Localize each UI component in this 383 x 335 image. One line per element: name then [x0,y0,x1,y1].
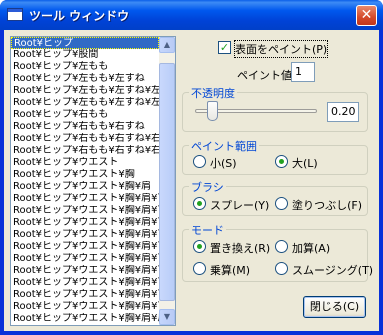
list-item[interactable]: Root¥ヒップ¥股間 [11,49,159,61]
list-item[interactable]: Root¥ヒップ¥ウエスト [11,157,159,169]
brush-group: ブラシ スプレー(Y) 塗りつぶし(F) [182,179,368,216]
list-item[interactable]: Root¥ヒップ [11,37,159,49]
list-item[interactable]: Root¥ヒップ¥ウエスト¥胸¥肩¥肩 [11,313,159,325]
range-small-dot[interactable] [193,155,206,168]
bone-list[interactable]: Root¥ヒップ Root¥ヒップ¥股間 Root¥ヒップ¥左もも Root¥ヒップ¥… [10,36,176,326]
mode-replace-label: 置き換え(R) [210,242,271,255]
brush-fill-label: 塗りつぶし(F) [292,199,363,212]
list-item[interactable]: Root¥ヒップ¥ウエスト¥胸¥肩 [11,181,159,193]
brush-group-title: ブラシ [189,179,226,195]
title-bar[interactable]: ツール ウィンドウ ✕ [0,0,383,30]
list-item[interactable]: Root¥ヒップ¥ウエスト¥胸¥肩¥首 [11,253,159,265]
scroll-thumb[interactable] [159,63,175,301]
list-item[interactable]: Root¥ヒップ¥左もも¥左すね¥左 [11,85,159,97]
vertical-scrollbar[interactable]: ▲ ▼ [159,37,175,325]
list-item[interactable]: Root¥ヒップ¥ウエスト¥胸¥肩¥首 [11,205,159,217]
brush-spray-label: スプレー(Y) [210,199,270,212]
list-item[interactable]: Root¥ヒップ¥左もも¥左すね¥左 [11,97,159,109]
mode-replace-dot[interactable] [193,240,206,253]
list-item[interactable]: Root¥ヒップ¥ウエスト¥胸¥肩¥首 [11,241,159,253]
list-item[interactable]: Root¥ヒップ¥右もも¥右すね [11,121,159,133]
mode-group-title: モード [189,222,226,238]
close-button[interactable]: 閉じる(C) [303,296,366,318]
paint-surface-label: 表面をペイント(P) [233,40,329,58]
list-item[interactable]: Root¥ヒップ¥右もも¥右すね¥右 [11,133,159,145]
paint-value-label: ペイント値 [237,69,292,82]
mode-multiply-label: 乗算(M) [210,264,251,277]
paint-value-field[interactable]: 1 [291,62,315,82]
paint-range-group: ペイント範囲 小(S) 大(L) [182,138,368,175]
list-item[interactable]: Root¥ヒップ¥左もも [11,61,159,73]
client-area: Root¥ヒップ Root¥ヒップ¥股間 Root¥ヒップ¥左もも Root¥ヒップ¥… [4,30,379,331]
tool-window: ツール ウィンドウ ✕ Root¥ヒップ Root¥ヒップ¥股間 Root¥ヒップ¥… [0,0,383,335]
range-large-dot[interactable] [275,155,288,168]
scroll-up-button[interactable]: ▲ [159,37,175,53]
list-item[interactable]: Root¥ヒップ¥ウエスト¥胸 [11,169,159,181]
close-window-button[interactable]: ✕ [356,5,377,26]
window-title: ツール ウィンドウ [29,9,130,23]
opacity-value-field[interactable]: 0.20 [327,102,359,122]
bone-list-items: Root¥ヒップ Root¥ヒップ¥股間 Root¥ヒップ¥左もも Root¥ヒップ¥… [11,37,159,325]
mode-smoothing-label: スムージング(T) [292,264,374,277]
list-item[interactable]: Root¥ヒップ¥左もも¥左すね [11,73,159,85]
list-item[interactable]: Root¥ヒップ¥ウエスト¥胸¥肩¥首 [11,217,159,229]
mode-multiply-dot[interactable] [193,262,206,275]
mode-add-dot[interactable] [275,240,288,253]
list-item[interactable]: Root¥ヒップ¥ウエスト¥胸¥肩¥首 [11,301,159,313]
mode-smoothing-dot[interactable] [275,262,288,275]
list-item[interactable]: Root¥ヒップ¥ウエスト¥胸¥肩¥首 [11,277,159,289]
opacity-slider-thumb[interactable] [207,101,219,121]
brush-fill-dot[interactable] [275,197,288,210]
range-small-label: 小(S) [210,157,237,170]
brush-spray-dot[interactable] [193,197,206,210]
list-item[interactable]: Root¥ヒップ¥ウエスト¥胸¥肩¥首 [11,193,159,205]
window-icon [7,8,23,21]
list-item[interactable]: Root¥ヒップ¥ウエスト¥胸¥肩¥首 [11,265,159,277]
paint-range-group-title: ペイント範囲 [189,138,259,154]
mode-add-label: 加算(A) [292,242,331,255]
paint-surface-checkbox[interactable]: ✓ [218,41,231,54]
list-item[interactable]: Root¥ヒップ¥右もも [11,109,159,121]
opacity-group-title: 不透明度 [189,85,237,101]
opacity-group: 不透明度 0.20 [182,85,368,132]
range-large-label: 大(L) [292,157,318,170]
scroll-down-button[interactable]: ▼ [159,309,175,325]
list-item[interactable]: Root¥ヒップ¥ウエスト¥胸¥肩¥首 [11,289,159,301]
mode-group: モード 置き換え(R) 加算(A) 乗算(M) スムージング(T) [182,222,373,282]
list-item[interactable]: Root¥ヒップ¥右もも¥右すね¥右 [11,145,159,157]
list-item[interactable]: Root¥ヒップ¥ウエスト¥胸¥肩¥首 [11,229,159,241]
